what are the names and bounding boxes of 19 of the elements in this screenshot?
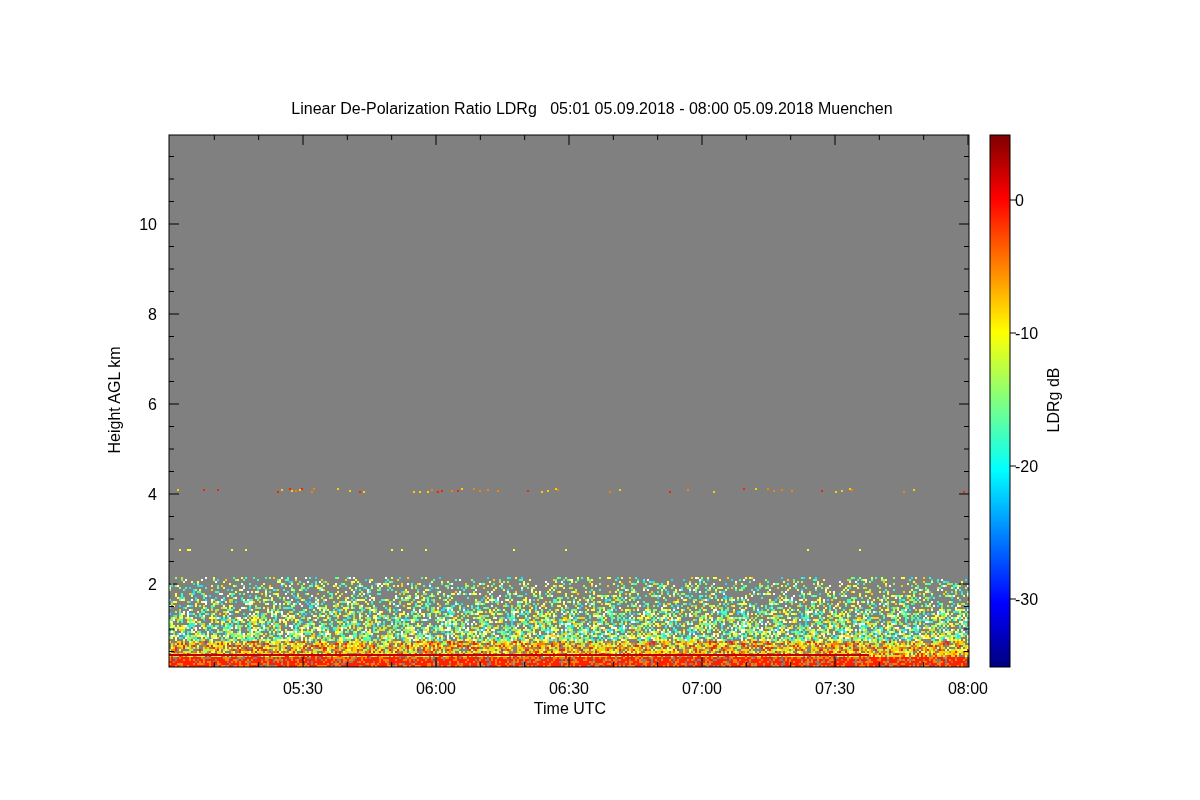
y-axis-label: Height AGL km: [106, 346, 123, 454]
x-tick-label: 08:00: [948, 680, 988, 697]
y-tick-label: 8: [148, 306, 157, 323]
x-axis-label: Time UTC: [533, 700, 607, 717]
y-tick-label: 6: [148, 396, 157, 413]
x-tick-label: 07:30: [815, 680, 855, 697]
colorbar-label: LDRg dB: [1045, 367, 1062, 433]
chart-title: Linear De-Polarization Ratio LDRg 05:01 05.09.2018 - 08:00 05.09.2018 Muenchen: [291, 100, 893, 117]
colorbar-tick-label: -10: [1015, 325, 1039, 342]
x-tick-label: 07:00: [682, 680, 722, 697]
y-tick-label: 4: [148, 486, 157, 503]
y-tick-label: 2: [148, 576, 157, 593]
x-tick-label: 06:30: [549, 680, 589, 697]
y-tick-label: 10: [139, 216, 157, 233]
x-tick-label: 05:30: [283, 680, 323, 697]
x-tick-label: 06:00: [416, 680, 456, 697]
colorbar-tick-label: -30: [1015, 591, 1039, 608]
colorbar-tick-label: -20: [1015, 458, 1039, 475]
colorbar-tick-label: 0: [1015, 192, 1024, 209]
